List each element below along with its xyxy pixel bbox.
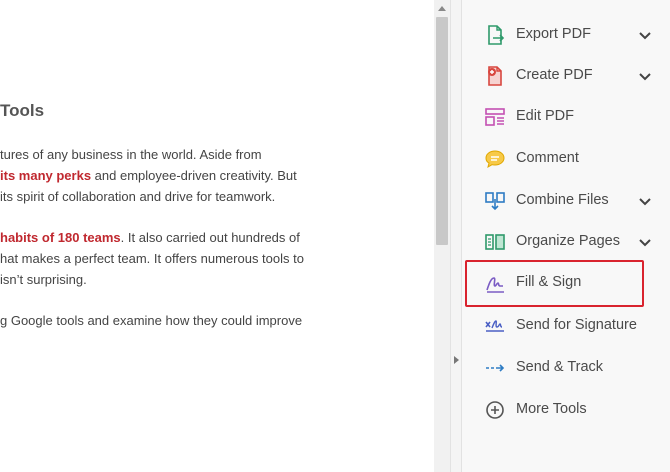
document-line: hat makes a perfect team. It offers nume… <box>0 251 304 266</box>
export-pdf-icon <box>484 24 506 46</box>
more-tools-icon <box>484 399 506 421</box>
tool-label: Create PDF <box>516 67 593 83</box>
document-line: its many perks and employee-driven creat… <box>0 168 297 183</box>
document-line: its spirit of collaboration and drive fo… <box>0 189 276 204</box>
send-track-icon <box>484 357 506 379</box>
fill-sign-highlight-box <box>465 260 644 307</box>
tool-edit-pdf[interactable]: Edit PDF <box>462 98 670 134</box>
document-line: habits of 180 teams. It also carried out… <box>0 230 300 245</box>
tool-export-pdf[interactable]: Export PDF <box>462 16 670 52</box>
tool-create-pdf[interactable]: Create PDF <box>462 57 670 93</box>
tool-label: Send for Signature <box>516 317 637 333</box>
document-page: Tools tures of any business in the world… <box>0 0 434 472</box>
edit-pdf-icon <box>484 106 506 128</box>
document-line: g Google tools and examine how they coul… <box>0 313 303 328</box>
tool-label: Comment <box>516 150 579 166</box>
collapse-pane-arrow-icon[interactable] <box>452 355 460 365</box>
tool-combine-files[interactable]: Combine Files <box>462 182 670 218</box>
document-heading: Tools <box>0 101 45 120</box>
chevron-down-icon[interactable] <box>638 69 652 81</box>
tool-send-track[interactable]: Send & Track <box>462 349 670 385</box>
tool-more-tools[interactable]: More Tools <box>462 391 670 427</box>
combine-files-icon <box>484 190 506 212</box>
document-line: tures of any business in the world. Asid… <box>0 147 262 162</box>
chevron-down-icon[interactable] <box>638 28 652 40</box>
scroll-up-arrow[interactable] <box>434 0 450 16</box>
tool-label: Combine Files <box>516 192 609 208</box>
comment-icon <box>484 148 506 170</box>
tool-label: Organize Pages <box>516 233 620 249</box>
pane-divider[interactable] <box>450 0 462 472</box>
highlighted-link[interactable]: its many perks <box>0 168 91 183</box>
scrollbar-thumb[interactable] <box>436 17 448 245</box>
document-line: isn’t surprising. <box>0 272 87 287</box>
chevron-down-icon[interactable] <box>638 194 652 206</box>
tool-label: Send & Track <box>516 359 604 375</box>
highlighted-link[interactable]: habits of 180 teams <box>0 230 121 245</box>
send-signature-icon <box>484 315 506 337</box>
tool-label: More Tools <box>516 401 587 417</box>
tool-send-for-signature[interactable]: Send for Signature <box>462 307 670 343</box>
create-pdf-icon <box>484 65 506 87</box>
organize-pages-icon <box>484 231 506 253</box>
tool-label: Edit PDF <box>516 108 575 124</box>
tool-organize-pages[interactable]: Organize Pages <box>462 223 670 259</box>
tool-label: Export PDF <box>516 26 591 42</box>
chevron-down-icon[interactable] <box>638 235 652 247</box>
tool-comment[interactable]: Comment <box>462 140 670 176</box>
